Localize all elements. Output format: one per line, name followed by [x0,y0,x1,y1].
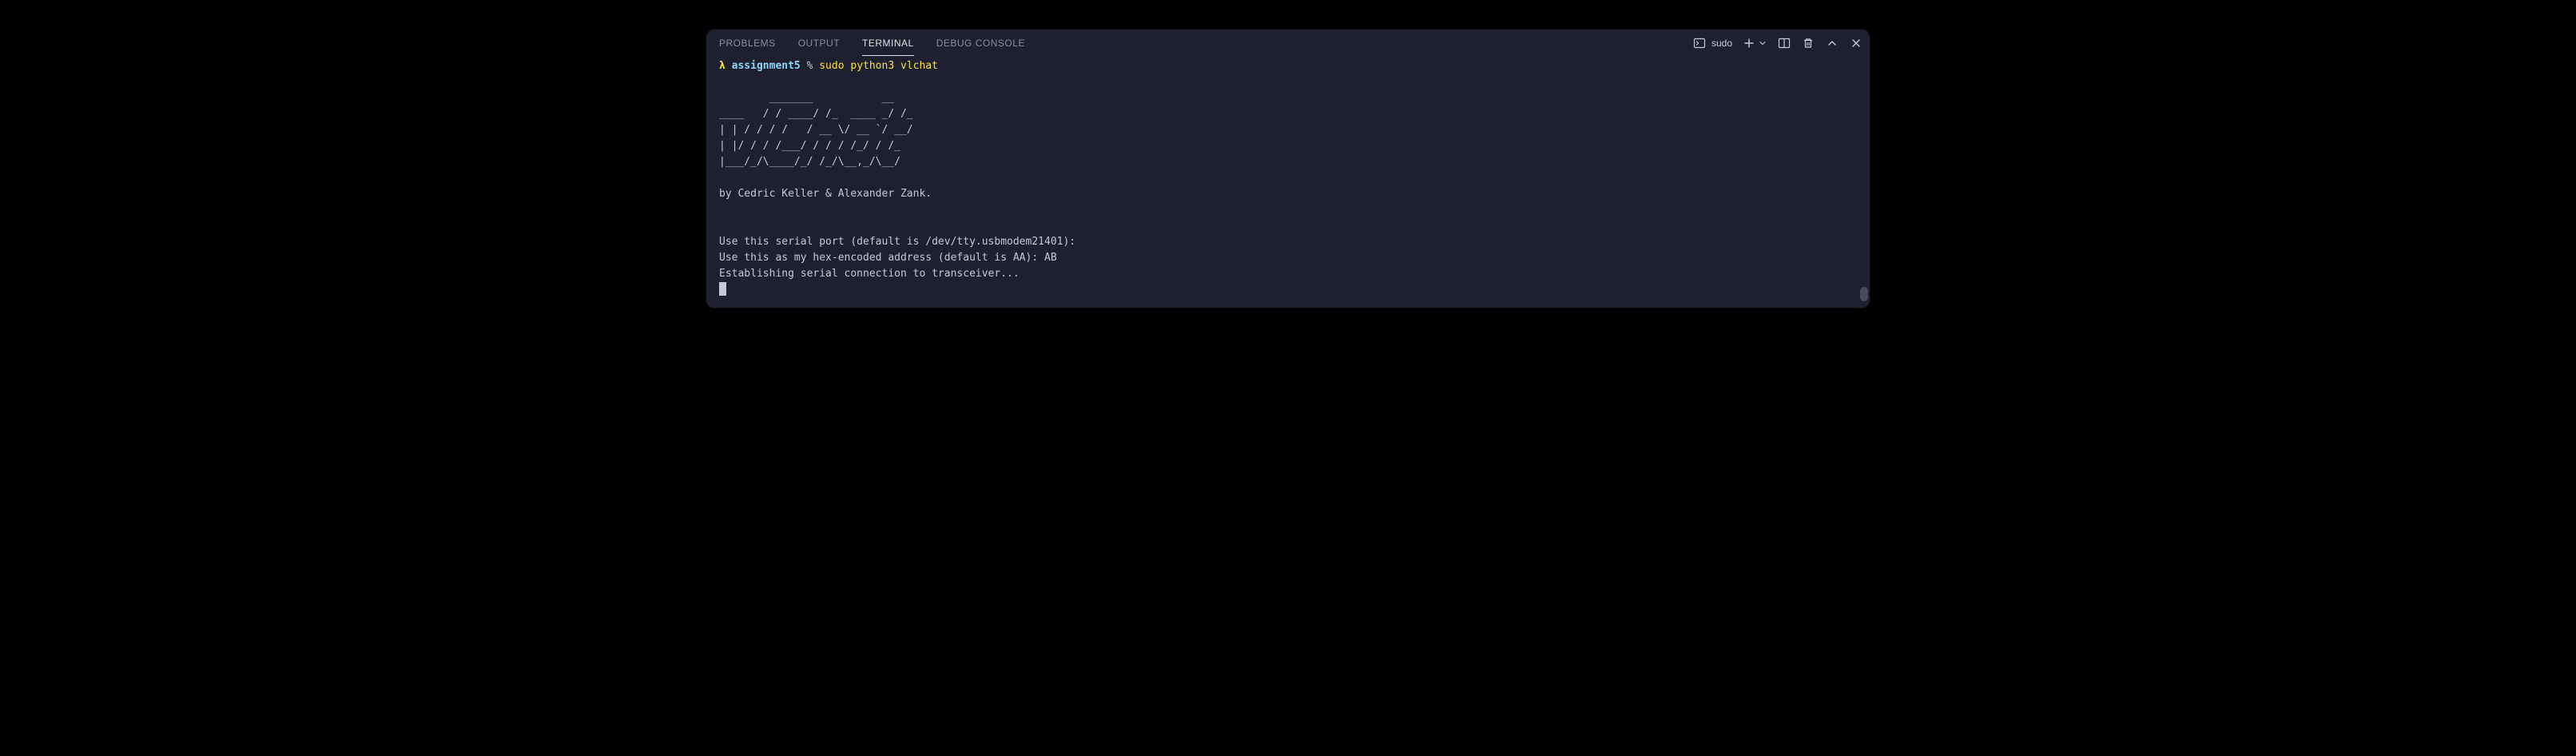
establishing-text: Establishing serial connection to transc… [719,268,1020,280]
terminal-cursor [719,282,726,296]
terminal-shell-icon [1692,36,1707,50]
scrollbar-thumb[interactable] [1860,287,1868,301]
prompt-directory: assignment5 [732,60,801,72]
terminal-name-label: sudo [1711,38,1732,49]
tab-problems[interactable]: PROBLEMS [719,30,776,56]
serial-port-prompt: Use this serial port (default is /dev/tt… [719,236,1082,248]
maximize-panel-button[interactable] [1825,36,1839,50]
kill-terminal-button[interactable] [1801,36,1815,50]
terminal-content[interactable]: λ assignment5 % sudo python3 vlchat ____… [706,57,1870,308]
ascii-art-banner: _______ __ ____ / / ____/ /_ ____ _/ /_ … [719,92,913,168]
prompt-command: sudo python3 vlchat [819,60,938,72]
tab-output[interactable]: OUTPUT [798,30,840,56]
prompt-separator: % [807,60,813,72]
prompt-symbol: λ [719,60,725,72]
new-terminal-button[interactable] [1742,36,1756,50]
byline-text: by Cedric Keller & Alexander Zank. [719,188,932,200]
panel-tabs: PROBLEMS OUTPUT TERMINAL DEBUG CONSOLE [719,30,1025,56]
terminal-panel: PROBLEMS OUTPUT TERMINAL DEBUG CONSOLE s… [706,30,1870,308]
tab-debug-console[interactable]: DEBUG CONSOLE [936,30,1025,56]
tab-terminal[interactable]: TERMINAL [862,30,914,56]
close-panel-button[interactable] [1849,36,1863,50]
split-terminal-button[interactable] [1777,36,1791,50]
address-prompt: Use this as my hex-encoded address (defa… [719,252,1057,264]
new-terminal-dropdown[interactable] [1758,36,1767,50]
terminal-name-indicator[interactable]: sudo [1692,36,1732,50]
terminal-toolbar: sudo [1692,36,1863,50]
panel-header: PROBLEMS OUTPUT TERMINAL DEBUG CONSOLE s… [706,30,1870,57]
